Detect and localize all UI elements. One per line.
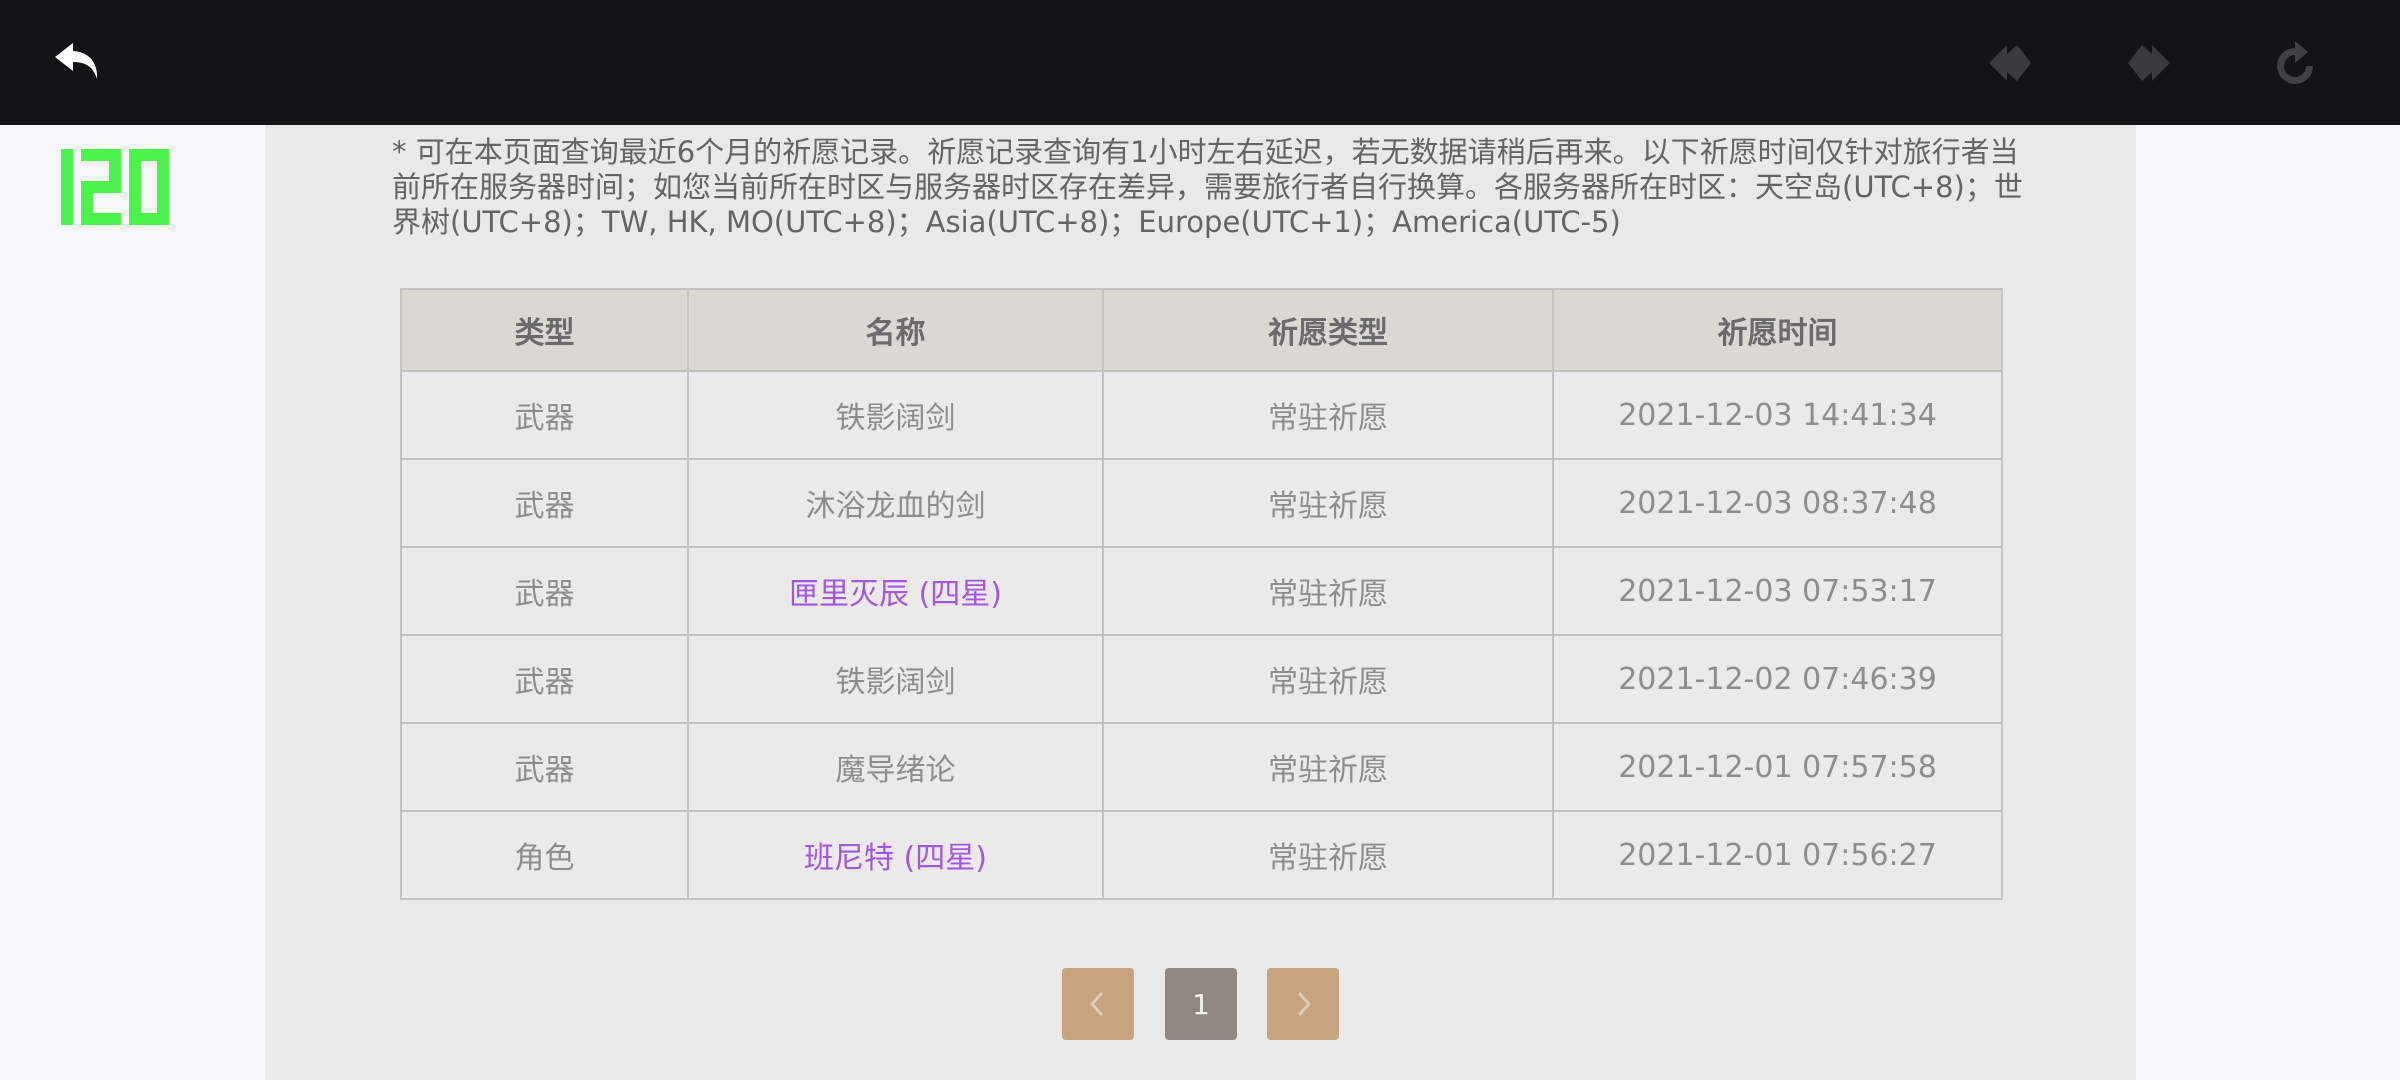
table-row: 武器 沐浴龙血的剑 常驻祈愿 2021-12-03 08:37:48 bbox=[400, 458, 2003, 548]
cell-type: 武器 bbox=[400, 370, 689, 460]
wish-history-panel: * 可在本页面查询最近6个月的祈愿记录。祈愿记录查询有1小时左右延迟，若无数据请… bbox=[265, 125, 2136, 1080]
next-page-button[interactable] bbox=[2116, 30, 2182, 96]
reload-icon bbox=[2277, 41, 2313, 84]
back-arrow-icon bbox=[55, 43, 98, 79]
cell-name-four-star: 班尼特 (四星) bbox=[687, 810, 1104, 900]
chevron-left-icon bbox=[1089, 991, 1104, 1017]
cell-wish-type: 常驻祈愿 bbox=[1102, 546, 1554, 636]
cell-wish-type: 常驻祈愿 bbox=[1102, 722, 1554, 812]
cell-name: 铁影阔剑 bbox=[687, 634, 1104, 724]
header-wish-time: 祈愿时间 bbox=[1552, 288, 2003, 372]
cell-time: 2021-12-01 07:56:27 bbox=[1552, 810, 2003, 900]
fps-counter: 120 bbox=[56, 140, 172, 230]
table-row: 角色 班尼特 (四星) 常驻祈愿 2021-12-01 07:56:27 bbox=[400, 810, 2003, 900]
table-row: 武器 铁影阔剑 常驻祈愿 2021-12-02 07:46:39 bbox=[400, 634, 2003, 724]
fps-digits-graphic bbox=[61, 149, 169, 225]
chevron-right-icon bbox=[1297, 991, 1312, 1017]
cell-time: 2021-12-03 08:37:48 bbox=[1552, 458, 2003, 548]
wish-history-table: 类型 名称 祈愿类型 祈愿时间 武器 铁影阔剑 常驻祈愿 2021-12-03 … bbox=[400, 288, 2003, 900]
cell-wish-type: 常驻祈愿 bbox=[1102, 634, 1554, 724]
top-bar bbox=[0, 0, 2400, 125]
cell-type: 武器 bbox=[400, 722, 689, 812]
cell-type: 角色 bbox=[400, 810, 689, 900]
cell-time: 2021-12-02 07:46:39 bbox=[1552, 634, 2003, 724]
cell-wish-type: 常驻祈愿 bbox=[1102, 458, 1554, 548]
cell-type: 武器 bbox=[400, 458, 689, 548]
pagination-prev-button[interactable] bbox=[1062, 968, 1134, 1040]
header-type: 类型 bbox=[400, 288, 689, 372]
reload-button[interactable] bbox=[2262, 30, 2328, 96]
cell-type: 武器 bbox=[400, 634, 689, 724]
cell-name: 沐浴龙血的剑 bbox=[687, 458, 1104, 548]
previous-page-button[interactable] bbox=[1977, 30, 2043, 96]
next-diamond-arrow-icon bbox=[2128, 45, 2170, 81]
cell-time: 2021-12-01 07:57:58 bbox=[1552, 722, 2003, 812]
table-row: 武器 魔导绪论 常驻祈愿 2021-12-01 07:57:58 bbox=[400, 722, 2003, 812]
cell-name-four-star: 匣里灭辰 (四星) bbox=[687, 546, 1104, 636]
cell-type: 武器 bbox=[400, 546, 689, 636]
cell-time: 2021-12-03 07:53:17 bbox=[1552, 546, 2003, 636]
table-row: 武器 铁影阔剑 常驻祈愿 2021-12-03 14:41:34 bbox=[400, 370, 2003, 460]
prev-diamond-arrow-icon bbox=[1989, 45, 2031, 81]
notice-text: * 可在本页面查询最近6个月的祈愿记录。祈愿记录查询有1小时左右延迟，若无数据请… bbox=[392, 135, 2023, 239]
cell-wish-type: 常驻祈愿 bbox=[1102, 370, 1554, 460]
back-button[interactable] bbox=[46, 30, 112, 96]
table-header-row: 类型 名称 祈愿类型 祈愿时间 bbox=[400, 288, 2003, 372]
cell-name: 魔导绪论 bbox=[687, 722, 1104, 812]
header-wish-type: 祈愿类型 bbox=[1102, 288, 1554, 372]
cell-time: 2021-12-03 14:41:34 bbox=[1552, 370, 2003, 460]
cell-name: 铁影阔剑 bbox=[687, 370, 1104, 460]
cell-wish-type: 常驻祈愿 bbox=[1102, 810, 1554, 900]
header-name: 名称 bbox=[687, 288, 1104, 372]
table-row: 武器 匣里灭辰 (四星) 常驻祈愿 2021-12-03 07:53:17 bbox=[400, 546, 2003, 636]
pagination-current-page[interactable]: 1 bbox=[1165, 968, 1237, 1040]
pagination-next-button[interactable] bbox=[1267, 968, 1339, 1040]
